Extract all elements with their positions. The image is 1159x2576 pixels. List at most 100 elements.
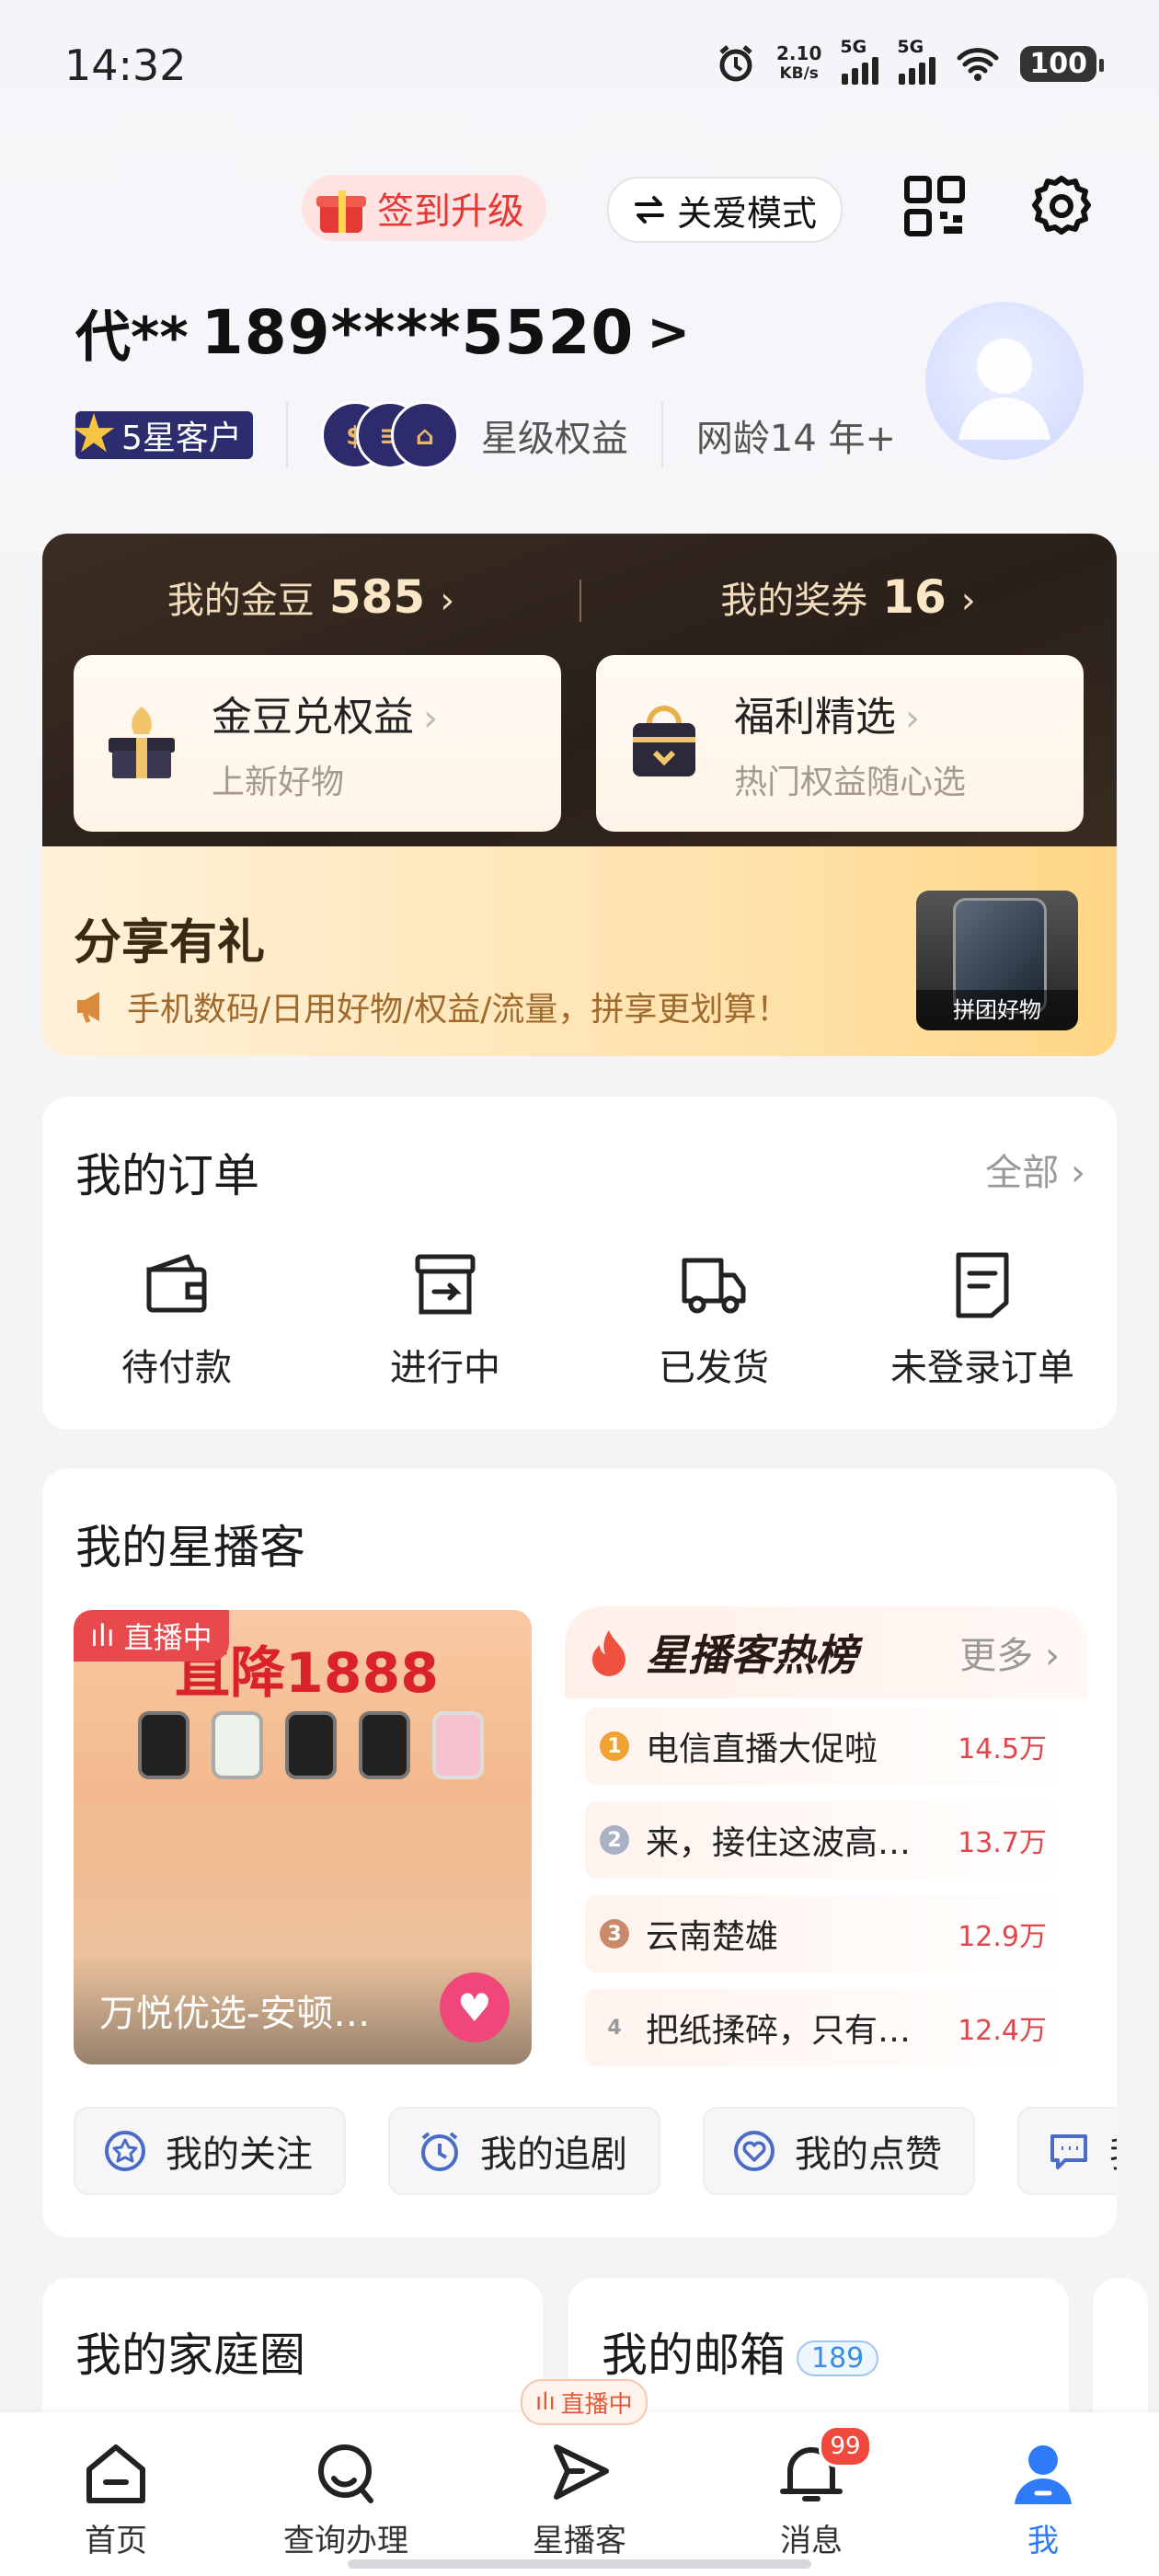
star-broadcast-card: 我的星播客 直降1888 ılı 直播中 万悦优选-安顿… ♥ 星播客热榜 更多 …: [42, 1468, 1117, 2237]
family-title: 我的家庭圈: [75, 2329, 305, 2382]
nav-me[interactable]: 我: [960, 2438, 1126, 2560]
nav-query[interactable]: 查询办理: [263, 2438, 429, 2560]
orders-title: 我的订单: [75, 1149, 259, 1202]
divider: [580, 580, 581, 622]
order-label: 未登录订单: [890, 1347, 1074, 1389]
order-label: 已发货: [659, 1347, 769, 1389]
care-mode-button[interactable]: 关爱模式: [607, 177, 843, 243]
rank-title: 把纸揉碎，只有经…: [646, 2012, 940, 2050]
share-gift-banner[interactable]: 分享有礼 手机数码/日用好物/权益/流量，拼享更划算！ 拼团好物: [42, 846, 1117, 1056]
signal-icon: 5G: [840, 37, 879, 85]
network-speed: 2.10 KB/s: [776, 43, 821, 84]
status-icons: 2.10 KB/s 5G 5G 100: [716, 37, 1104, 85]
beans-exchange-card[interactable]: 金豆兑权益 › 上新好物: [74, 655, 561, 832]
level-label: 5星客户: [121, 420, 242, 457]
welfare-selection-card[interactable]: 福利精选 › 热门权益随心选: [596, 655, 1084, 832]
bar-chart-icon: ılı: [535, 2388, 556, 2416]
card1-title: 金豆兑权益: [212, 694, 414, 741]
signin-upgrade-button[interactable]: 签到升级: [302, 175, 546, 241]
wallet-icon: [146, 1254, 207, 1313]
order-in-progress[interactable]: 进行中: [311, 1248, 580, 1391]
card2-subtitle: 热门权益随心选: [734, 764, 967, 801]
hot-list-item[interactable]: 2 来，接住这波高速… 13.7万: [585, 1801, 1074, 1879]
truck-icon: [682, 1258, 746, 1314]
order-shipped[interactable]: 已发货: [580, 1248, 848, 1391]
hot-list-item[interactable]: 3 云南楚雄 12.9万: [585, 1895, 1074, 1972]
signin-label: 签到升级: [377, 190, 524, 233]
hot-list-item[interactable]: 1 电信直播大促啦 14.5万: [585, 1708, 1074, 1785]
card1-subtitle: 上新好物: [212, 764, 345, 801]
nav-broadcast[interactable]: 星播客: [497, 2438, 662, 2560]
my-orders-card: 我的订单 全部 › 待付款 进行中 已发货 未登录订单: [42, 1097, 1117, 1430]
status-time: 14:32: [64, 40, 187, 90]
alarm-icon: [719, 45, 752, 82]
nav-label: 查询办理: [283, 2523, 408, 2559]
my-beans-link[interactable]: 我的金豆 585 ›: [42, 570, 580, 624]
qr-code-icon[interactable]: [901, 173, 968, 239]
card2-title: 福利精选: [734, 694, 896, 741]
product-watches-image: [138, 1711, 484, 1779]
flame-icon: [592, 1630, 625, 1676]
broadcast-title: 我的星播客: [75, 1521, 305, 1574]
wifi-icon: [957, 48, 999, 81]
live-stream-card[interactable]: 直降1888 ılı 直播中 万悦优选-安顿… ♥: [74, 1610, 532, 2064]
chevron-right-icon: ›: [960, 580, 976, 622]
my-likes-chip[interactable]: 我的点赞: [703, 2107, 975, 2195]
nav-label: 消息: [780, 2523, 843, 2559]
rank-value: 12.9万: [958, 1921, 1047, 1953]
chip-label: 我的关注: [166, 2133, 313, 2176]
document-icon: [956, 1252, 1009, 1318]
nav-home[interactable]: 首页: [33, 2438, 199, 2560]
user-name: 代**: [75, 305, 189, 370]
benefit-icons: $ ≡ ⌂: [320, 401, 459, 469]
user-silhouette-icon: [958, 339, 1050, 440]
rank-title: 电信直播大促啦: [646, 1731, 878, 1768]
clock-icon: [421, 2132, 458, 2171]
chevron-right-icon: >: [647, 303, 692, 362]
order-pending-payment[interactable]: 待付款: [42, 1248, 311, 1391]
rank-number: 1: [600, 1731, 629, 1761]
coupons-value: 16: [882, 570, 947, 624]
my-coupons-link[interactable]: 我的奖券 16 ›: [580, 570, 1117, 624]
divider: [660, 402, 663, 468]
live-tag: ılı 直播中: [74, 1610, 229, 1662]
hot-more-link[interactable]: 更多 ›: [959, 1626, 1060, 1679]
mail-title-row: 我的邮箱 189: [602, 2318, 879, 2385]
membership-row: ★ 5星客户 $ ≡ ⌂ 星级权益 网龄14 年+: [70, 401, 896, 469]
star-level-badge[interactable]: ★ 5星客户: [70, 406, 253, 461]
home-icon: [86, 2444, 145, 2503]
product-thumbnail: 拼团好物: [916, 891, 1078, 1030]
heart-icon: [734, 2131, 775, 2171]
orders-all-link[interactable]: 全部 ›: [985, 1143, 1085, 1196]
my-follows-chip[interactable]: 我的关注: [74, 2107, 346, 2195]
my-comments-chip[interactable]: 我的评论: [1017, 2107, 1117, 2195]
nav-label: 我: [1027, 2523, 1059, 2559]
status-bar: 14:32 2.10 KB/s 5G 5G 100: [0, 0, 1159, 138]
broadcast-shortcuts: 我的关注 我的追剧 我的点赞 我的评论: [74, 2107, 1117, 2195]
home-indicator: [348, 2559, 811, 2569]
gift-icon: [315, 181, 368, 235]
box-arrow-icon: [415, 1254, 476, 1315]
net-type: 5G: [897, 37, 924, 57]
live-indicator: ılı 直播中: [521, 2379, 648, 2425]
chevron-right-icon: ›: [1071, 1152, 1085, 1194]
star-benefits-link[interactable]: 星级权益: [481, 408, 628, 462]
hot-list-item[interactable]: 4 把纸揉碎，只有经… 12.4万: [585, 1989, 1074, 2066]
like-heart-icon[interactable]: ♥: [440, 1972, 510, 2042]
message-count-badge: 99: [819, 2425, 872, 2467]
beans-label: 我的金豆: [166, 580, 315, 622]
order-unregistered[interactable]: 未登录订单: [848, 1248, 1117, 1391]
mail-title: 我的邮箱: [602, 2329, 786, 2382]
settings-gear-icon[interactable]: [1028, 173, 1095, 239]
chip-label: 我的评论: [1109, 2124, 1117, 2178]
avatar[interactable]: [925, 302, 1084, 460]
my-series-chip[interactable]: 我的追剧: [388, 2107, 660, 2195]
share-title: 分享有礼: [74, 915, 266, 971]
rank-value: 13.7万: [958, 1827, 1047, 1859]
play-arrow-icon: [554, 2444, 609, 2500]
chevron-right-icon: ›: [905, 697, 920, 740]
user-account[interactable]: 代** 189****5520 >: [75, 293, 691, 373]
speed-unit: KB/s: [779, 64, 819, 83]
rank-value: 14.5万: [958, 1733, 1047, 1765]
speed-value: 2.10: [776, 42, 822, 64]
